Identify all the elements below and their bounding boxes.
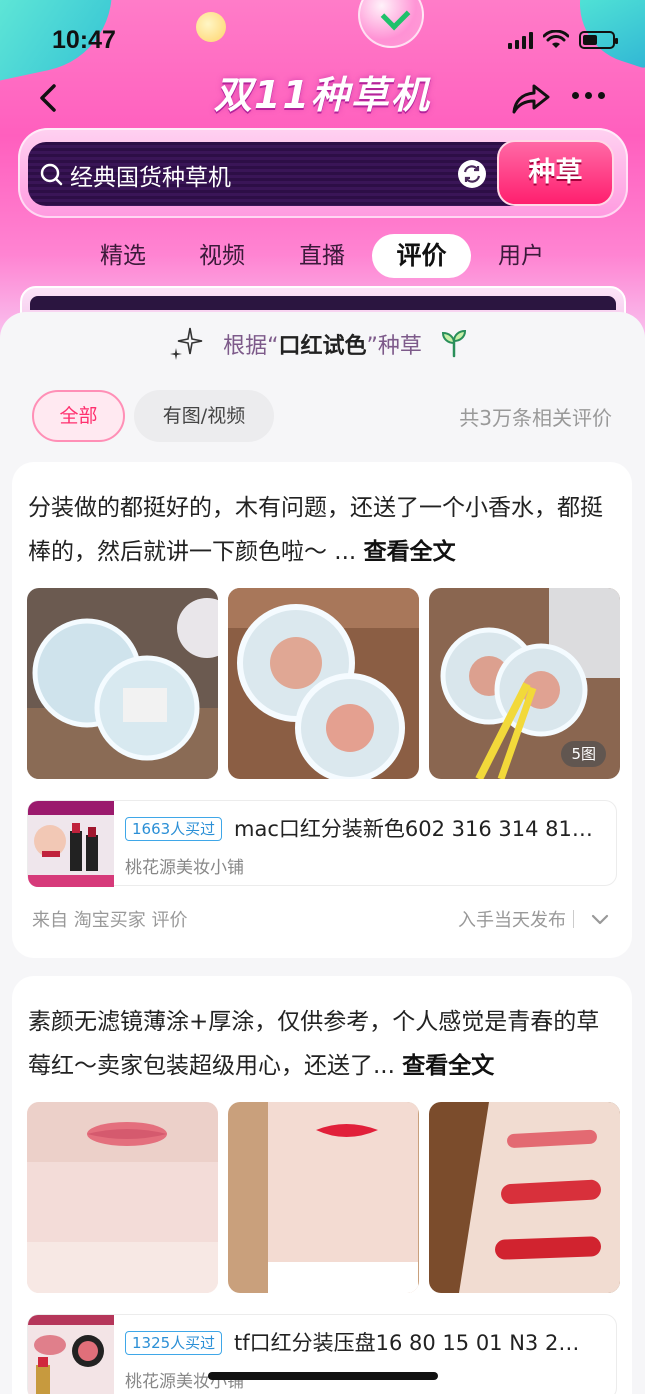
heading-prefix: 根据“ [223,334,279,359]
status-time: 10:47 [52,26,116,54]
purchase-count-badge: 1663人买过 [125,817,223,841]
home-indicator [208,1372,438,1380]
purchase-count-badge: 1325人买过 [125,1331,223,1355]
photo-count-badge: 5图 [561,741,606,767]
review-photo[interactable] [228,588,419,779]
read-more-link[interactable]: 查看全文 [364,539,456,565]
tab-reviews[interactable]: 评价 [372,234,471,278]
review-time: 入手当天发布 [458,910,566,931]
review-card: 分装做的都挺好的，木有问题，还送了一个小香水，都挺棒的，然后就讲一下颜色啦～ .… [12,462,632,958]
review-source: 来自 淘宝买家 评价 [32,910,188,931]
chevron-down-icon[interactable] [590,910,610,930]
product-link[interactable]: 1663人买过 mac口红分装新色602 316 314 81… 桃花源美妆小铺 [27,800,617,887]
product-title: tf口红分装压盘16 80 15 01 N3 2… [234,1331,580,1355]
refresh-icon[interactable] [456,158,488,190]
read-more-link[interactable]: 查看全文 [402,1053,494,1079]
review-photo[interactable] [27,588,218,779]
search-icon [40,163,63,186]
review-total-count: 共3万条相关评价 [459,406,612,430]
review-photo[interactable] [228,1102,419,1293]
decor-sun [196,12,226,42]
review-photo[interactable] [429,1102,620,1293]
product-title: mac口红分装新色602 316 314 81… [234,817,593,841]
battery-icon [579,31,618,49]
sprout-bubble-icon [358,0,424,48]
tab-featured[interactable]: 精选 [88,234,158,278]
tab-live[interactable]: 直播 [287,234,357,278]
search-button[interactable]: 种草 [497,140,614,206]
sprout-icon [441,329,467,358]
review-body: 分装做的都挺好的，木有问题，还送了一个小香水，都挺棒的，然后就讲一下颜色啦～ .… [28,495,603,565]
status-icons [508,30,618,50]
review-photo[interactable]: 5图 [429,588,620,779]
review-panel: 根据“口红试色”种草 全部 有图/视频 共3万条相关评价 分装做的都挺好的，木有… [0,312,645,1394]
tab-users[interactable]: 用户 [486,234,556,278]
review-card: 素颜无滤镜薄涂+厚涂，仅供参考，个人感觉是青春的草莓红～卖家包装超级用心，还送了… [12,976,632,1394]
product-thumbnail [28,801,114,887]
more-options-icon[interactable] [572,92,605,99]
product-link[interactable]: 1325人买过 tf口红分装压盘16 80 15 01 N3 2… 桃花源美妆小… [27,1314,617,1394]
tab-video[interactable]: 视频 [187,234,257,278]
tab-bar: 精选 视频 直播 评价 用户 [0,234,645,280]
shop-name: 桃花源美妆小铺 [125,858,244,878]
share-icon[interactable] [510,80,552,116]
review-text[interactable]: 素颜无滤镜薄涂+厚涂，仅供参考，个人感觉是青春的草莓红～卖家包装超级用心，还送了… [28,1000,618,1088]
review-body: 素颜无滤镜薄涂+厚涂，仅供参考，个人感觉是青春的草莓红～卖家包装超级用心，还送了… [28,1009,600,1079]
section-heading: 根据“口红试色”种草 [0,328,645,360]
filter-all-button[interactable]: 全部 [32,390,125,442]
filter-media-button[interactable]: 有图/视频 [134,390,274,442]
cellular-signal-icon [508,31,533,49]
heading-keyword: 口红试色 [278,334,367,359]
search-query: 经典国货种草机 [70,165,231,191]
review-text[interactable]: 分装做的都挺好的，木有问题，还送了一个小香水，都挺棒的，然后就讲一下颜色啦～ .… [28,486,618,574]
wifi-icon [543,30,569,48]
heading-suffix: ”种草 [366,334,422,359]
product-thumbnail [28,1315,114,1394]
divider [573,910,574,928]
review-photo[interactable] [27,1102,218,1293]
